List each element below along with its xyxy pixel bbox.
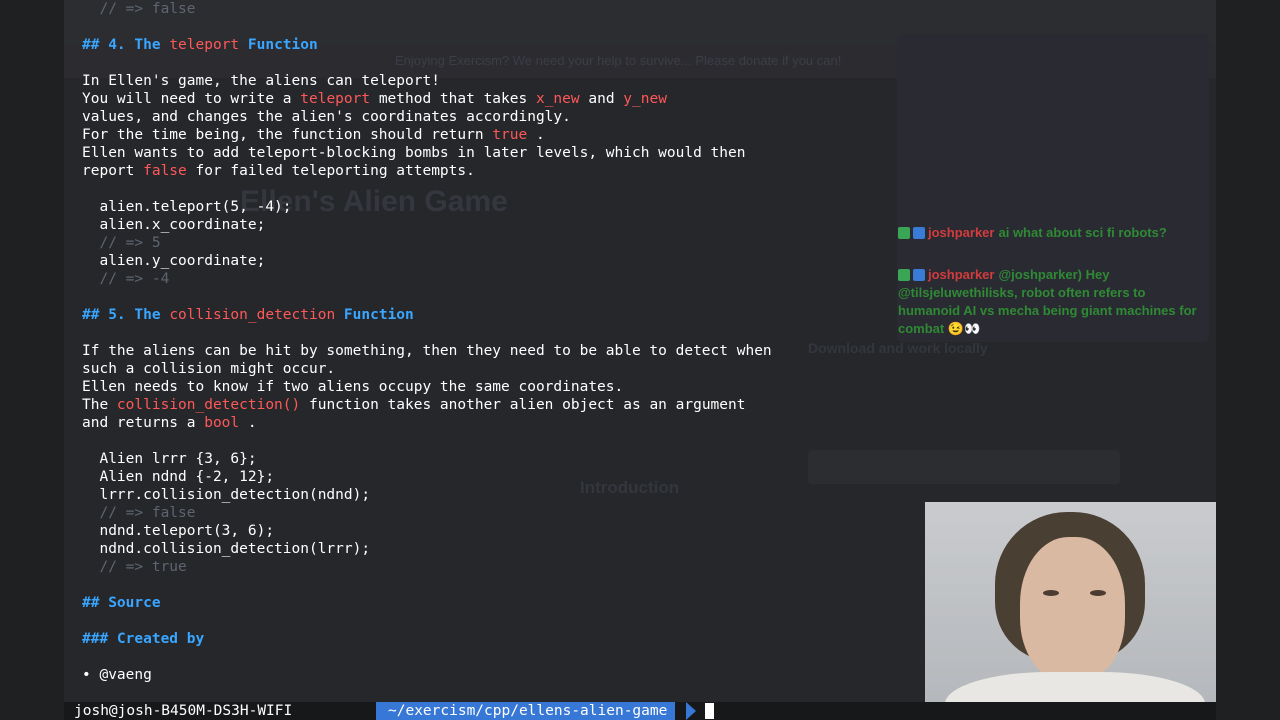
markdown-heading: Function [335,307,414,323]
terminal-line: Ellen needs to know if two aliens occupy… [82,378,623,396]
terminal-line: In Ellen's game, the aliens can teleport… [82,72,440,90]
inline-code: collision_detection [169,307,336,323]
terminal-text: values, and changes the alien's coordina… [82,109,571,125]
check-badge-icon [898,269,910,281]
terminal-text: Alien lrrr {3, 6}; [82,451,257,467]
terminal-line: // => -4 [82,270,169,288]
markdown-heading: ## 5. The [82,307,170,323]
terminal-text: method that takes [370,91,536,107]
terminal-text: Alien ndnd {-2, 12}; [82,469,275,485]
terminal-line: values, and changes the alien's coordina… [82,108,571,126]
prompt-separator-icon [364,702,374,720]
crown-badge-icon [913,227,925,239]
terminal-text: alien.y_coordinate; [82,253,266,269]
inline-code: y_new [623,91,667,107]
markdown-heading: Function [239,37,318,53]
terminal-text: . [239,415,257,431]
inline-code: x_new [535,91,580,107]
terminal-text: ndnd.collision_detection(lrrr); [82,541,371,557]
code-comment: // => true [82,559,187,575]
code-comment: // => false [82,1,196,17]
code-comment: // => false [82,505,196,521]
inline-code: bool [204,415,240,431]
terminal-line: alien.y_coordinate; [82,252,265,270]
background-banner-text: Enjoying Exercism? We need your help to … [395,53,842,68]
terminal-text: and returns a [82,415,205,431]
inline-code: false [143,163,187,179]
inline-code: teleport [169,37,240,53]
prompt-path: ~/exercism/cpp/ellens-alien-game [376,702,676,720]
terminal-text: In Ellen's game, the aliens can teleport… [82,73,440,89]
terminal-text: . [527,127,545,143]
terminal-text: lrrr.collision_detection(ndnd); [82,487,371,503]
background-section-title: Introduction [580,478,680,497]
terminal-line: Ellen wants to add teleport-blocking bom… [82,144,745,162]
terminal-line: alien.x_coordinate; [82,216,265,234]
terminal-line: such a collision might occur. [82,360,335,378]
terminal-line: // => true [82,558,187,576]
webcam-overlay [925,502,1216,720]
terminal-text: Ellen wants to add teleport-blocking bom… [82,145,746,161]
terminal-text: The [82,397,117,413]
terminal-line: ## 4. The teleport Function [82,36,318,54]
inline-code: teleport [300,91,371,107]
terminal-line: ## 5. The collision_detection Function [82,306,414,324]
terminal-line: ndnd.teleport(3, 6); [82,522,274,540]
terminal-line: lrrr.collision_detection(ndnd); [82,486,370,504]
chat-username: joshparker [928,225,995,240]
terminal-text: report [82,163,144,179]
prompt-arrow-icon [686,702,696,720]
chat-username: joshparker [928,267,995,282]
terminal-line: If the aliens can be hit by something, t… [82,342,772,360]
terminal-text: Ellen needs to know if two aliens occupy… [82,379,624,395]
terminal-text: such a collision might occur. [82,361,336,377]
markdown-heading: ## Source [82,595,161,611]
terminal-text: ndnd.teleport(3, 6); [82,523,275,539]
terminal-line: and returns a bool . [82,414,257,432]
chat-text: ai what about sci fi robots? [998,225,1167,240]
check-badge-icon [898,227,910,239]
inline-code: true [492,127,528,143]
chat-emoji: 😉👀 [947,321,981,336]
prompt-user-host: josh@josh-B450M-DS3H-WIFI [74,703,293,719]
terminal-text: • @vaeng [82,667,152,683]
terminal-line: Alien lrrr {3, 6}; [82,450,257,468]
terminal-text: alien.teleport(5, -4); [82,199,292,215]
terminal-text: For the time being, the function should … [82,127,493,143]
markdown-heading: ### Created by [82,631,205,647]
chat-message: joshparker ai what about sci fi robots? [898,224,1208,242]
terminal-line: ndnd.collision_detection(lrrr); [82,540,370,558]
terminal-line: You will need to write a teleport method… [82,90,667,108]
terminal-line: ### Created by [82,630,204,648]
markdown-heading: ## 4. The [82,37,170,53]
terminal-line: report false for failed teleporting atte… [82,162,475,180]
webcam-face [1020,537,1125,682]
terminal-line: ## Source [82,594,161,612]
terminal-line: // => false [82,504,196,522]
terminal-text: and [579,91,624,107]
webcam-eye [1090,590,1106,596]
terminal-line: Alien ndnd {-2, 12}; [82,468,274,486]
terminal-line: • @vaeng [82,666,152,684]
terminal-line: The collision_detection() function takes… [82,396,745,414]
background-command-box [808,450,1120,484]
shell-prompt[interactable]: josh@josh-B450M-DS3H-WIFI ~/exercism/cpp… [64,702,1216,720]
terminal-text: You will need to write a [82,91,301,107]
text-cursor[interactable] [705,703,714,719]
code-comment: // => -4 [82,271,170,287]
terminal-line: For the time being, the function should … [82,126,545,144]
code-comment: // => 5 [82,235,161,251]
terminal-text: If the aliens can be hit by something, t… [82,343,772,359]
terminal-text: for failed teleporting attempts. [186,163,475,179]
chat-message: joshparker @joshparker) Hey @tilsjeluweth… [898,266,1208,338]
terminal-line: // => 5 [82,234,161,252]
terminal-line: // => false [82,0,196,18]
inline-code: collision_detection() [116,397,301,413]
webcam-eye [1043,590,1059,596]
crown-badge-icon [913,269,925,281]
terminal-text: function takes another alien object as a… [300,397,746,413]
terminal-line: alien.teleport(5, -4); [82,198,292,216]
terminal-text: alien.x_coordinate; [82,217,266,233]
background-side-title: Download and work locally [808,340,988,356]
